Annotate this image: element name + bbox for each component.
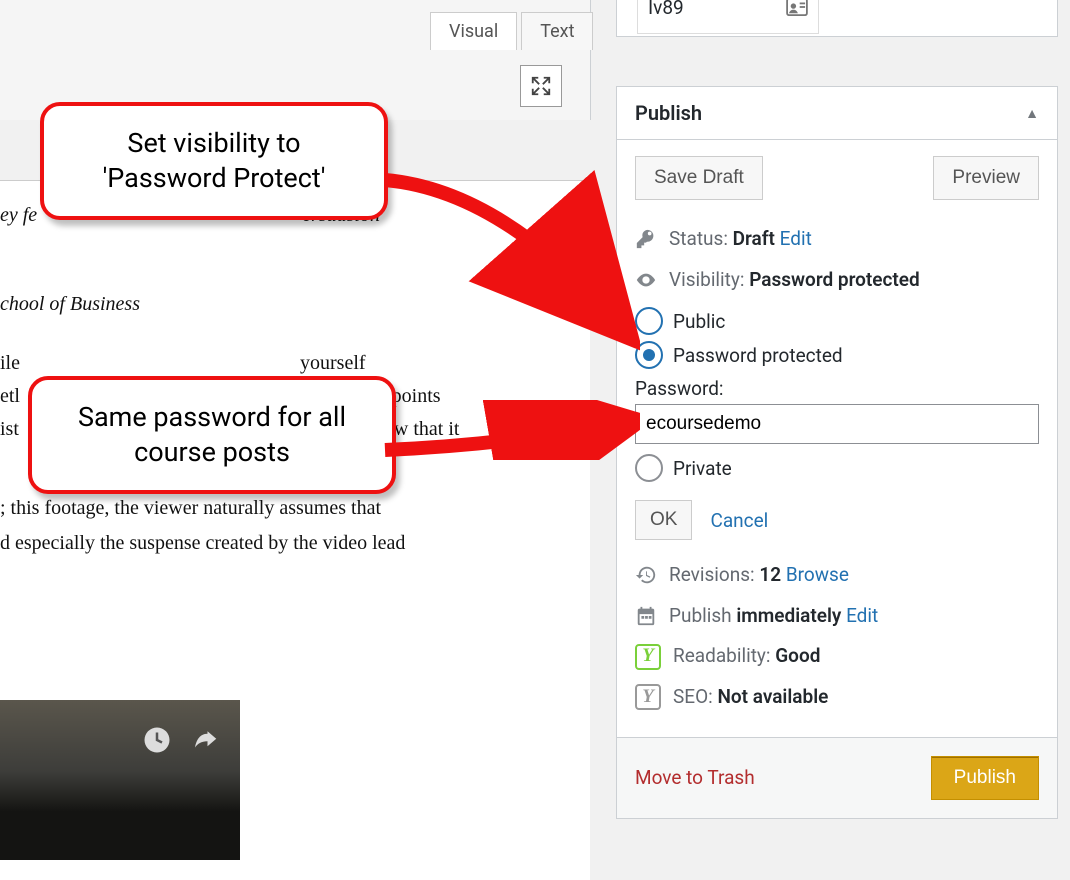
visibility-private[interactable]: Private xyxy=(635,454,1039,482)
cancel-link[interactable]: Cancel xyxy=(710,509,768,532)
visibility-options: Public Password protected Password: Priv… xyxy=(635,307,1039,482)
stage: Iv89 Visual Text ey fe ersuasion chool o… xyxy=(0,0,1070,880)
visibility-row: Visibility: Password protected xyxy=(635,267,1039,294)
readability-row: Y Readability: Good xyxy=(635,643,1039,670)
radio-private[interactable] xyxy=(635,454,663,482)
move-to-trash-link[interactable]: Move to Trash xyxy=(635,766,755,789)
video-embed[interactable] xyxy=(0,700,240,860)
password-input[interactable] xyxy=(635,404,1039,444)
publish-panel-footer: Move to Trash Publish xyxy=(617,737,1057,818)
save-draft-button[interactable]: Save Draft xyxy=(635,156,763,200)
password-label: Password: xyxy=(635,377,1039,400)
yoast-seo-icon: Y xyxy=(635,684,661,710)
calendar-icon xyxy=(635,605,657,627)
course-code-text: Iv89 xyxy=(648,0,684,19)
radio-password[interactable] xyxy=(635,341,663,369)
preview-button[interactable]: Preview xyxy=(933,156,1039,200)
tab-visual[interactable]: Visual xyxy=(430,12,517,50)
visibility-public[interactable]: Public xyxy=(635,307,1039,335)
top-fragment-panel: Iv89 xyxy=(616,0,1058,37)
edit-schedule-link[interactable]: Edit xyxy=(846,604,878,627)
id-card-icon xyxy=(786,0,808,16)
annotation-callout-2: Same password for all course posts xyxy=(28,376,396,494)
edit-status-link[interactable]: Edit xyxy=(780,227,812,250)
annotation-callout-1: Set visibility to 'Password Protect' xyxy=(40,102,388,220)
content-line-2: chool of Business xyxy=(0,290,590,319)
share-icon[interactable] xyxy=(190,725,220,755)
content-line-3: ileyourself xyxy=(0,349,590,378)
publish-title: Publish xyxy=(635,101,702,125)
editor-tabs: Visual Text xyxy=(430,12,593,50)
browse-revisions-link[interactable]: Browse xyxy=(786,563,849,586)
content-line-6: ; this footage, the viewer naturally ass… xyxy=(0,494,590,523)
watch-later-icon[interactable] xyxy=(142,725,172,755)
seo-row: Y SEO: Not available xyxy=(635,684,1039,711)
collapse-icon[interactable]: ▲ xyxy=(1025,105,1039,122)
tab-text[interactable]: Text xyxy=(521,12,593,50)
status-row: Status: Draft Edit xyxy=(635,226,1039,253)
publish-panel-header[interactable]: Publish ▲ xyxy=(617,87,1057,140)
fullscreen-button[interactable] xyxy=(520,65,562,107)
content-line-7: d especially the suspense created by the… xyxy=(0,529,590,558)
publish-button[interactable]: Publish xyxy=(931,756,1039,800)
yoast-readability-icon: Y xyxy=(635,644,661,670)
course-code-box: Iv89 xyxy=(637,0,819,34)
radio-public[interactable] xyxy=(635,307,663,335)
publish-panel: Publish ▲ Save Draft Preview Status: Dra… xyxy=(616,86,1058,819)
visibility-password[interactable]: Password protected xyxy=(635,341,1039,369)
fullscreen-icon xyxy=(530,75,552,97)
key-icon xyxy=(635,228,657,250)
ok-button[interactable]: OK xyxy=(635,500,692,540)
history-icon xyxy=(635,564,657,586)
publish-panel-body: Save Draft Preview Status: Draft Edit Vi… xyxy=(617,140,1057,737)
schedule-row: Publish immediately Edit xyxy=(635,603,1039,630)
revisions-row: Revisions: 12 Browse xyxy=(635,562,1039,589)
eye-icon xyxy=(635,269,657,291)
